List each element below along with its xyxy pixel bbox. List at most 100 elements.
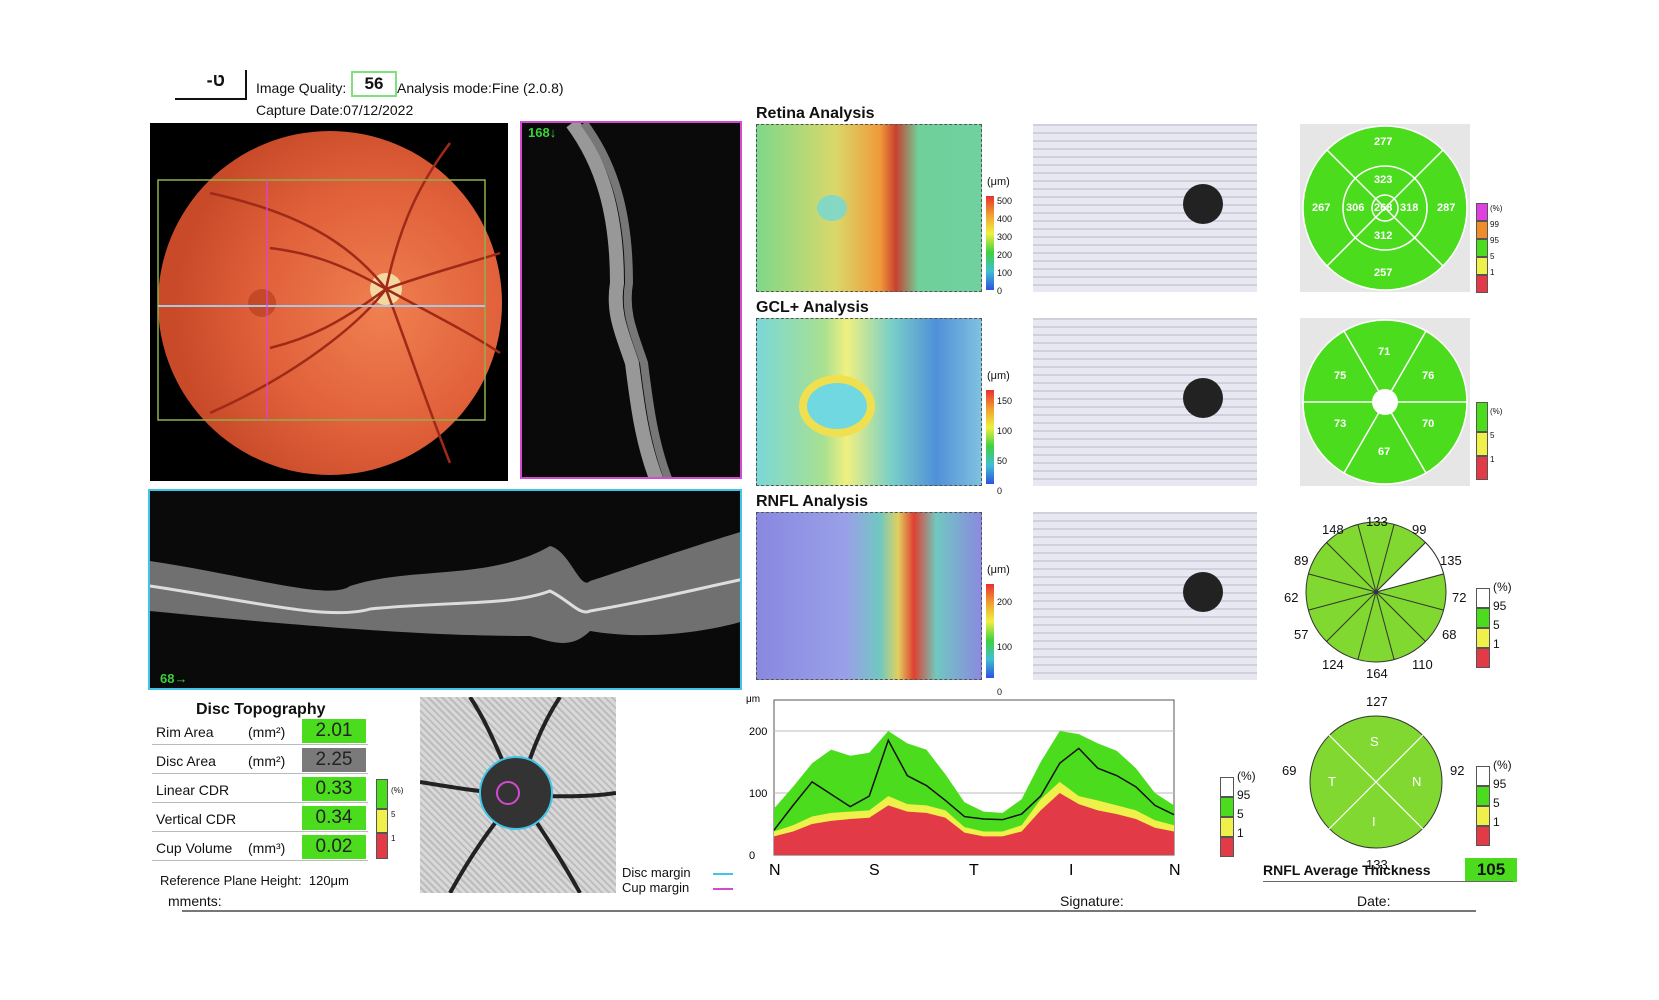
rnfl-quadrant-right: 92 (1450, 763, 1465, 778)
gcl-legend-label: 1 (1490, 455, 1495, 464)
retina-val-inner-top: 323 (1374, 174, 1393, 186)
tsnit-x-tick: I (1069, 862, 1073, 879)
rnfl-clock-legend-label: 95 (1493, 599, 1507, 613)
retina-val-top: 277 (1374, 136, 1393, 148)
rnfl-clock-5: 68 (1442, 627, 1457, 642)
retina-val-left-inner: 306 (1346, 202, 1365, 214)
gcl-val-upper-right: 76 (1422, 370, 1435, 382)
rnfl-scale-unit: (μm) (987, 564, 1010, 576)
fundus-photo[interactable] (150, 123, 508, 481)
rnfl-clock-10: 62 (1284, 590, 1299, 605)
cup-margin-swatch (713, 888, 733, 890)
retina-val-right-inner: 318 (1400, 202, 1419, 214)
date-label: Date: (1357, 893, 1391, 909)
disc-topography-title: Disc Topography (196, 701, 326, 718)
gcl-scale-tick: 50 (997, 456, 1008, 466)
rnfl-clock-11: 89 (1294, 553, 1309, 568)
capture-date: Capture Date:07/12/2022 (256, 102, 414, 118)
dt-label: Rim Area (156, 724, 214, 740)
rnfl-quadrant-left: 69 (1282, 763, 1297, 778)
retina-grid-map[interactable] (1033, 124, 1257, 292)
quadrant-letter-s: S (1370, 734, 1379, 749)
rnfl-quadrant-chart[interactable]: S T N I (1306, 712, 1446, 852)
tsnit-y-tick: 100 (749, 788, 767, 800)
logo-text: -ט (206, 70, 225, 90)
rnfl-scale-tick: 100 (997, 642, 1013, 652)
dt-unit: (mm³) (248, 840, 286, 856)
vertical-oct-scan[interactable]: 168↓ (520, 121, 742, 479)
footer-rule (182, 910, 1476, 912)
tsnit-legend-label: 5 (1237, 807, 1244, 821)
tsnit-x-tick: N (769, 862, 781, 879)
retina-legend-label: (%) (1490, 204, 1503, 213)
retina-legend-label: 5 (1490, 252, 1495, 261)
rnfl-clock-4: 72 (1452, 590, 1467, 605)
retina-scale-tick: 300 (997, 232, 1013, 242)
tsnit-chart[interactable]: μm 200 100 0 N S T I N (744, 690, 1224, 890)
dt-label: Linear CDR (156, 782, 230, 798)
dt-row-disc-area: Disc Area (mm²) 2.25 (152, 747, 368, 774)
gcl-val-top: 71 (1378, 346, 1391, 358)
gcl-grid-map[interactable] (1033, 318, 1257, 486)
dt-legend-label: 1 (391, 834, 396, 843)
logo: -ט (175, 70, 247, 100)
retina-scale-tick: 100 (997, 268, 1013, 278)
gcl-scale-tick: 100 (997, 426, 1013, 436)
rnfl-clock-legend-label: 1 (1493, 637, 1500, 651)
gcl-legend-label: (%) (1490, 407, 1503, 416)
retina-scale-labels: 500 400 300 200 100 0 (997, 192, 1012, 300)
retina-legend-label: 1 (1490, 268, 1495, 277)
gcl-scale-tick: 150 (997, 396, 1013, 406)
tsnit-x-tick: T (969, 862, 979, 879)
gcl-legend-label: 5 (1490, 431, 1495, 440)
rnfl-clock-2: 99 (1412, 522, 1427, 537)
dt-row-linear-cdr: Linear CDR 0.33 (152, 776, 368, 803)
rnfl-clock-8: 124 (1322, 657, 1344, 672)
horizontal-oct-scan[interactable]: 68→ (148, 489, 742, 690)
retina-scale-tick: 400 (997, 214, 1013, 224)
retina-thickness-map[interactable] (756, 124, 982, 292)
rnfl-clock-3: 135 (1440, 553, 1462, 568)
retina-val-center: 268 (1374, 202, 1393, 214)
retina-scale-bar (986, 196, 994, 290)
rnfl-clock-6: 110 (1412, 657, 1433, 672)
dt-value: 0.34 (302, 806, 366, 830)
dt-unit: (mm²) (248, 724, 286, 740)
tsnit-legend-label: 95 (1237, 788, 1251, 802)
dt-unit: (mm²) (248, 753, 286, 769)
gcl-val-lower-left: 73 (1334, 418, 1347, 430)
dt-value: 0.02 (302, 835, 366, 859)
dt-value: 2.25 (302, 748, 366, 772)
disc-margin-label: Disc margin (622, 865, 691, 880)
retina-etdrs-chart[interactable]: 277 323 267 306 268 318 287 312 257 (1300, 124, 1470, 292)
rnfl-grid-map[interactable] (1033, 512, 1257, 680)
quadrant-letter-i: I (1372, 814, 1376, 829)
image-quality-label: Image Quality: (256, 80, 347, 96)
gcl-val-upper-left: 75 (1334, 370, 1347, 382)
retina-legend-label: 95 (1490, 236, 1499, 245)
gcl-analysis-title: GCL+ Analysis (756, 299, 869, 316)
optic-disc-image[interactable] (420, 697, 616, 893)
rnfl-quadrant-top: 127 (1366, 694, 1388, 709)
dt-value: 0.33 (302, 777, 366, 801)
dt-row-vertical-cdr: Vertical CDR 0.34 (152, 805, 368, 832)
rnfl-quadrant-legend-label: (%) (1493, 758, 1512, 772)
rnfl-clock-7: 164 (1366, 666, 1388, 681)
gcl-val-lower-right: 70 (1422, 418, 1435, 430)
dt-legend-label: (%) (391, 786, 404, 795)
tsnit-y-tick: 200 (749, 726, 767, 738)
rnfl-clock-chart[interactable] (1296, 514, 1456, 670)
rnfl-scale-tick: 200 (997, 597, 1013, 607)
gcl-sector-chart[interactable]: 71 75 76 73 70 67 (1300, 318, 1470, 486)
tsnit-legend-label: (%) (1237, 769, 1256, 783)
rnfl-average-underline (1263, 881, 1513, 882)
gcl-thickness-map[interactable] (756, 318, 982, 486)
rnfl-thickness-map[interactable] (756, 512, 982, 680)
rnfl-clock-12: 148 (1322, 522, 1344, 537)
image-quality-value: 56 (351, 71, 397, 97)
retina-analysis-title: Retina Analysis (756, 105, 875, 122)
quadrant-letter-n: N (1412, 774, 1422, 789)
rnfl-quadrant-legend-label: 1 (1493, 815, 1500, 829)
rnfl-quadrant-legend-label: 5 (1493, 796, 1500, 810)
rnfl-scale-bar (986, 584, 994, 678)
